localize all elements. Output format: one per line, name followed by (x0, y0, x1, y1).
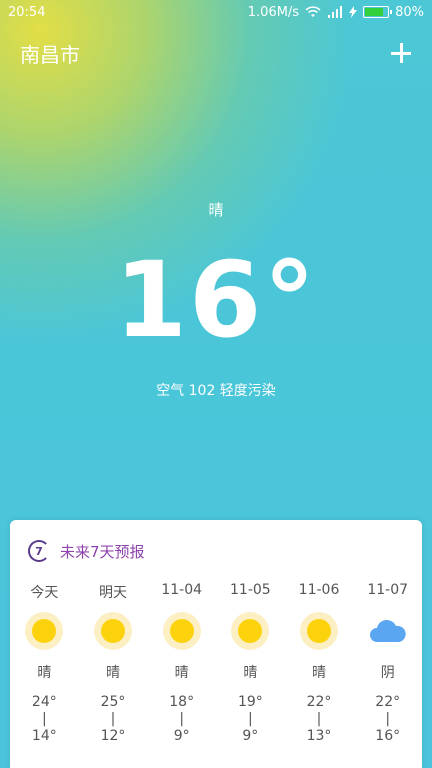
sun-icon (94, 612, 132, 650)
forecast-day-label: 11-07 (367, 582, 409, 598)
current-temperature: 16° (114, 239, 318, 361)
city-name[interactable]: 南昌市 (20, 39, 390, 68)
forecast-day[interactable]: 今天晴 24° | 14° (10, 582, 79, 744)
forecast-title: 未来7天预报 (60, 542, 145, 561)
forecast-day[interactable]: 11-04 晴 18° | 9° (147, 582, 216, 744)
forecast-day[interactable]: 11-06 晴 22° | 13° (285, 582, 354, 744)
header: 南昌市 (20, 38, 412, 68)
forecast-day-condition: 晴 (243, 665, 258, 681)
forecast-day-high: 22° (375, 694, 401, 710)
forecast-day-low: 16° (375, 728, 401, 744)
charging-icon (349, 6, 358, 18)
signal-icon (327, 6, 343, 18)
forecast-day-condition: 晴 (37, 665, 52, 681)
forecast-day-high: 18° (169, 694, 195, 710)
add-city-icon[interactable] (390, 42, 412, 64)
forecast-temp-separator: | (316, 711, 322, 727)
battery-icon (363, 6, 393, 18)
forecast-day-label: 11-04 (161, 582, 203, 598)
forecast-day[interactable]: 11-05 晴 19° | 9° (216, 582, 285, 744)
sun-icon (162, 612, 201, 650)
network-speed: 1.06M/s (247, 4, 300, 20)
seven-day-icon: 7 (28, 540, 50, 562)
forecast-day-condition: 阴 (380, 665, 395, 681)
forecast-day-high: 25° (100, 694, 126, 710)
sun-icon (25, 612, 64, 650)
current-condition: 晴 (208, 201, 224, 219)
forecast-temp-separator: | (247, 711, 253, 727)
forecast-day-high: 22° (306, 694, 332, 710)
forecast-day-low: 13° (306, 728, 332, 744)
forecast-day-label: 今天 (30, 585, 59, 601)
forecast-card: 7 未来7天预报 今天晴 24° | 14° 明天晴 25° | 12° 11-04 晴 18° | 9… (10, 520, 422, 768)
forecast-day[interactable]: 11-07 阴 22° | 16° (353, 582, 422, 744)
forecast-temp-separator: | (385, 711, 391, 727)
forecast-day-condition: 晴 (312, 665, 327, 681)
forecast-days: 今天晴 24° | 14° 明天晴 25° | 12° 11-04 晴 18° | 9° 11-05 晴 19… (10, 582, 422, 744)
status-bar: 20:54 1.06M/s 80% (0, 0, 432, 24)
forecast-day-high: 24° (31, 694, 57, 710)
cloud-icon (369, 612, 407, 650)
forecast-day-low: 14° (31, 728, 57, 744)
seven-day-icon-number: 7 (35, 544, 43, 558)
air-quality: 空气 102 轻度污染 (156, 383, 276, 399)
status-time: 20:54 (8, 4, 46, 20)
forecast-day-condition: 晴 (174, 665, 189, 681)
wifi-icon (305, 6, 321, 18)
forecast-day-low: 9° (242, 728, 259, 744)
status-indicators: 1.06M/s 80% (248, 5, 424, 20)
sun-icon (231, 612, 270, 650)
forecast-temp-separator: | (41, 711, 47, 727)
battery-percent: 80% (395, 4, 424, 20)
forecast-header: 7 未来7天预报 (28, 540, 145, 562)
forecast-day-low: 9° (173, 728, 190, 744)
forecast-day-label: 11-05 (230, 582, 271, 598)
forecast-temp-separator: | (179, 711, 185, 727)
battery-fill (365, 8, 383, 16)
forecast-day[interactable]: 明天晴 25° | 12° (79, 582, 148, 744)
forecast-day-label: 11-06 (298, 582, 340, 598)
forecast-day-condition: 晴 (106, 665, 120, 681)
sun-icon (300, 612, 339, 650)
forecast-day-label: 明天 (99, 585, 127, 601)
forecast-day-high: 19° (237, 694, 263, 710)
forecast-temp-separator: | (110, 711, 116, 727)
forecast-day-low: 12° (100, 728, 126, 744)
